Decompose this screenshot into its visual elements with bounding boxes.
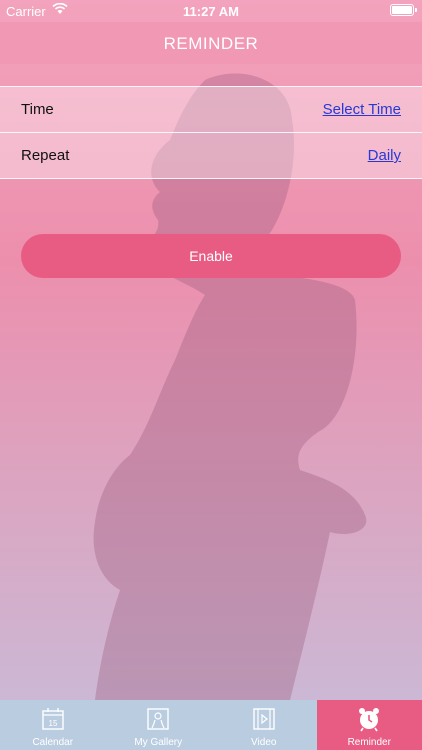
- repeat-daily-link[interactable]: Daily: [368, 147, 401, 164]
- gallery-icon: [147, 708, 169, 730]
- video-icon: [253, 708, 275, 730]
- tab-video-label: Video: [251, 737, 277, 748]
- calendar-icon: 15: [42, 708, 64, 730]
- time-row: Time Select Time: [0, 86, 422, 132]
- tab-reminder[interactable]: Reminder: [316, 700, 422, 750]
- tab-calendar-label: Calendar: [32, 737, 74, 748]
- alarm-clock-icon: [359, 708, 380, 732]
- tab-my-gallery[interactable]: My Gallery: [106, 700, 212, 750]
- tab-bar: 15 Calendar My Gallery Video Reminder: [0, 700, 422, 750]
- time-label: Time: [21, 101, 54, 118]
- tab-reminder-label: Reminder: [347, 737, 391, 748]
- tab-video[interactable]: Video: [211, 700, 317, 750]
- enable-button[interactable]: Enable: [21, 234, 401, 278]
- navigation-bar: REMINDER: [0, 22, 422, 64]
- battery-icon: [390, 4, 417, 16]
- select-time-link[interactable]: Select Time: [323, 101, 401, 118]
- svg-text:15: 15: [48, 719, 57, 728]
- status-bar: Carrier 11:27 AM: [0, 0, 422, 22]
- status-time: 11:27 AM: [183, 4, 239, 19]
- page-title: REMINDER: [163, 34, 259, 53]
- tab-calendar[interactable]: 15 Calendar: [0, 700, 106, 750]
- tab-my-gallery-label: My Gallery: [134, 737, 183, 748]
- repeat-label: Repeat: [21, 147, 70, 164]
- settings-list: Time Select Time Repeat Daily: [0, 86, 422, 179]
- repeat-row: Repeat Daily: [0, 132, 422, 179]
